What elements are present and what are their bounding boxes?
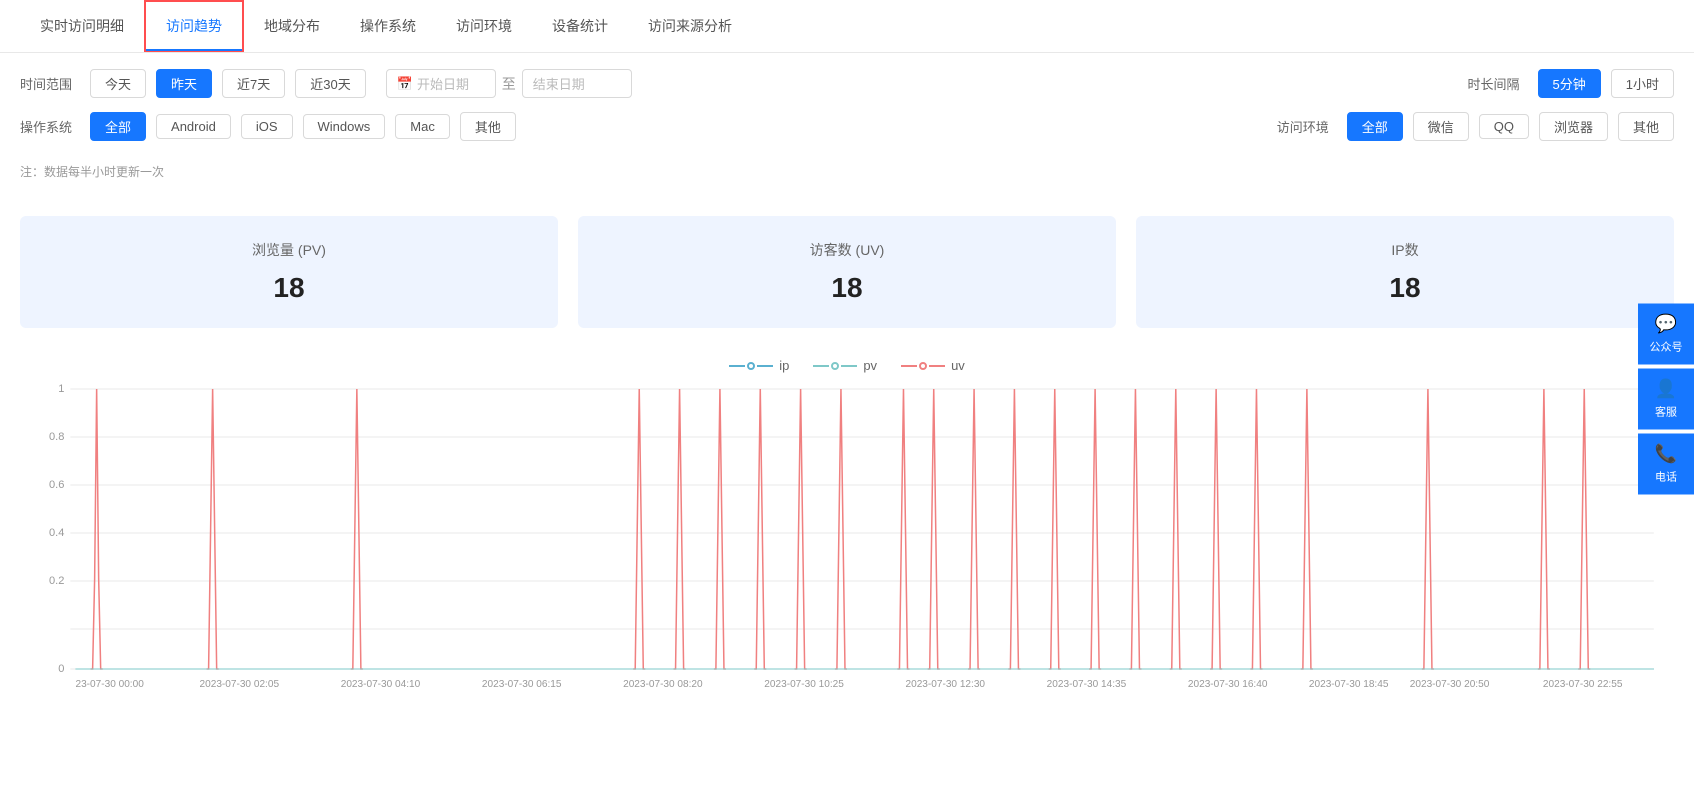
tab-env[interactable]: 访问环境: [436, 2, 532, 50]
tab-device[interactable]: 设备统计: [532, 2, 628, 50]
btn-env-qq[interactable]: QQ: [1479, 114, 1529, 139]
legend-ip-label: ip: [779, 358, 789, 373]
svg-text:2023-07-30 06:15: 2023-07-30 06:15: [482, 679, 562, 689]
phone-btn[interactable]: 📞 电话: [1638, 434, 1694, 495]
tab-source[interactable]: 访问来源分析: [628, 2, 752, 50]
chart-container: 1 0.8 0.6 0.4 0.2 0 23-07-30 00:00 2023-…: [20, 379, 1674, 689]
date-range: 📅 开始日期 至 结束日期: [386, 69, 632, 98]
float-buttons: 💬 公众号 👤 客服 📞 电话: [1638, 304, 1694, 495]
svg-text:1: 1: [58, 383, 64, 395]
date-separator: 至: [502, 74, 516, 94]
svg-text:0.8: 0.8: [49, 431, 64, 443]
btn-env-other[interactable]: 其他: [1618, 112, 1674, 141]
svg-text:0: 0: [58, 663, 64, 675]
chart-section: 1 0.8 0.6 0.4 0.2 0 23-07-30 00:00 2023-…: [0, 379, 1694, 709]
svg-text:2023-07-30 14:35: 2023-07-30 14:35: [1047, 679, 1127, 689]
btn-5min[interactable]: 5分钟: [1538, 69, 1601, 98]
stat-uv-value: 18: [608, 272, 1086, 304]
btn-yesterday[interactable]: 昨天: [156, 69, 212, 98]
os-label: 操作系统: [20, 117, 72, 136]
btn-today[interactable]: 今天: [90, 69, 146, 98]
service-btn[interactable]: 👤 客服: [1638, 369, 1694, 430]
tab-os[interactable]: 操作系统: [340, 2, 436, 50]
stat-card-pv: 浏览量 (PV) 18: [20, 216, 558, 328]
svg-text:2023-07-30 12:30: 2023-07-30 12:30: [905, 679, 985, 689]
main-container: 实时访问明细 访问趋势 地域分布 操作系统 访问环境 设备统计 访问来源分析 时…: [0, 0, 1694, 798]
btn-env-wechat[interactable]: 微信: [1413, 112, 1469, 141]
start-date-placeholder: 开始日期: [417, 74, 469, 93]
btn-os-ios[interactable]: iOS: [241, 114, 293, 139]
svg-text:0.4: 0.4: [49, 527, 64, 539]
btn-os-android[interactable]: Android: [156, 114, 231, 139]
env-label: 访问环境: [1277, 117, 1329, 136]
stat-pv-title: 浏览量 (PV): [50, 240, 528, 260]
stat-ip-value: 18: [1166, 272, 1644, 304]
time-range-row: 时间范围 今天 昨天 近7天 近30天 📅 开始日期 至 结束日期 时长间隔 5…: [20, 69, 1674, 98]
stats-section: 浏览量 (PV) 18 访客数 (UV) 18 IP数 18: [0, 196, 1694, 348]
wechat-label: 公众号: [1650, 339, 1683, 355]
legend-uv: uv: [901, 358, 965, 373]
stat-uv-title: 访客数 (UV): [608, 240, 1086, 260]
btn-7days[interactable]: 近7天: [222, 69, 285, 98]
end-date-placeholder: 结束日期: [533, 74, 585, 93]
os-env-row: 操作系统 全部 Android iOS Windows Mac 其他 访问环境 …: [20, 112, 1674, 141]
btn-os-other[interactable]: 其他: [460, 112, 516, 141]
stat-pv-value: 18: [50, 272, 528, 304]
btn-env-all[interactable]: 全部: [1347, 112, 1403, 141]
tab-bar: 实时访问明细 访问趋势 地域分布 操作系统 访问环境 设备统计 访问来源分析: [0, 0, 1694, 53]
start-date-input[interactable]: 📅 开始日期: [386, 69, 496, 98]
svg-text:2023-07-30 10:25: 2023-07-30 10:25: [764, 679, 844, 689]
right-filters: 时长间隔 5分钟 1小时: [1468, 69, 1674, 98]
svg-text:0.2: 0.2: [49, 575, 64, 587]
stat-card-ip: IP数 18: [1136, 216, 1674, 328]
calendar-icon: 📅: [397, 76, 413, 92]
svg-text:23-07-30 00:00: 23-07-30 00:00: [75, 679, 144, 689]
legend-uv-label: uv: [951, 358, 965, 373]
legend-pv: pv: [813, 358, 877, 373]
svg-text:2023-07-30 04:10: 2023-07-30 04:10: [341, 679, 421, 689]
stat-ip-title: IP数: [1166, 240, 1644, 260]
btn-1hour[interactable]: 1小时: [1611, 69, 1674, 98]
btn-30days[interactable]: 近30天: [295, 69, 365, 98]
btn-env-browser[interactable]: 浏览器: [1539, 112, 1608, 141]
service-label: 客服: [1655, 404, 1677, 420]
svg-text:2023-07-30 18:45: 2023-07-30 18:45: [1309, 679, 1389, 689]
btn-os-mac[interactable]: Mac: [395, 114, 450, 139]
tab-region[interactable]: 地域分布: [244, 2, 340, 50]
note-text: 注：数据每半小时更新一次: [0, 155, 1694, 196]
tab-trend[interactable]: 访问趋势: [144, 0, 244, 52]
svg-text:2023-07-30 08:20: 2023-07-30 08:20: [623, 679, 703, 689]
tab-realtime[interactable]: 实时访问明细: [20, 2, 144, 50]
wechat-btn[interactable]: 💬 公众号: [1638, 304, 1694, 365]
phone-icon: 📞: [1655, 444, 1677, 465]
stat-card-uv: 访客数 (UV) 18: [578, 216, 1116, 328]
svg-text:2023-07-30 22:55: 2023-07-30 22:55: [1543, 679, 1623, 689]
time-range-label: 时间范围: [20, 74, 72, 93]
svg-text:2023-07-30 02:05: 2023-07-30 02:05: [200, 679, 280, 689]
chart-legend: ip pv uv: [0, 348, 1694, 379]
legend-ip: ip: [729, 358, 789, 373]
btn-os-windows[interactable]: Windows: [303, 114, 386, 139]
filter-section: 时间范围 今天 昨天 近7天 近30天 📅 开始日期 至 结束日期 时长间隔 5…: [0, 53, 1694, 141]
svg-text:2023-07-30 20:50: 2023-07-30 20:50: [1410, 679, 1490, 689]
end-date-input[interactable]: 结束日期: [522, 69, 632, 98]
phone-label: 电话: [1655, 469, 1677, 485]
chart-svg: 1 0.8 0.6 0.4 0.2 0 23-07-30 00:00 2023-…: [20, 379, 1674, 689]
btn-os-all[interactable]: 全部: [90, 112, 146, 141]
wechat-icon: 💬: [1655, 314, 1677, 335]
interval-label: 时长间隔: [1468, 74, 1520, 93]
env-filters: 访问环境 全部 微信 QQ 浏览器 其他: [1277, 112, 1674, 141]
svg-text:2023-07-30 16:40: 2023-07-30 16:40: [1188, 679, 1268, 689]
legend-pv-label: pv: [863, 358, 877, 373]
service-icon: 👤: [1655, 379, 1677, 400]
svg-text:0.6: 0.6: [49, 479, 64, 491]
